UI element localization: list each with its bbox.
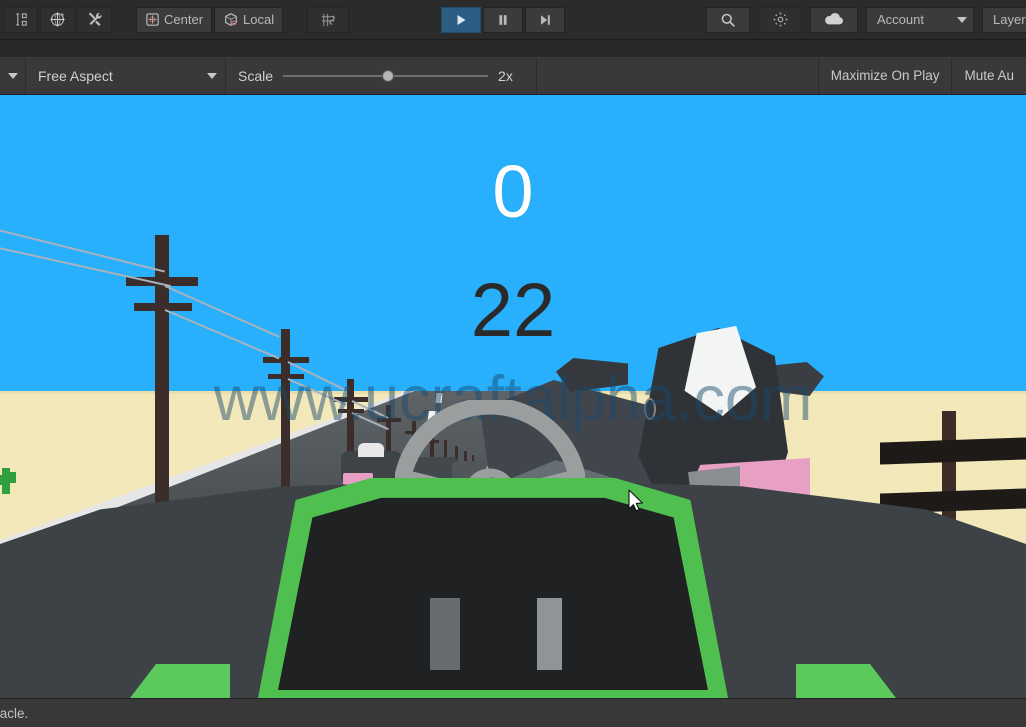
power-pole-crossarm — [263, 357, 309, 363]
cloud-icon — [823, 12, 845, 27]
chevron-down-icon — [957, 16, 967, 23]
step-button[interactable] — [525, 6, 565, 33]
play-button[interactable] — [441, 6, 481, 33]
pivot-handle-group: Center Local — [136, 6, 284, 33]
account-dropdown[interactable]: Account — [866, 6, 974, 33]
main-toolbar: Center Local Account Layer — [0, 0, 1026, 40]
power-pole-crossarm — [268, 374, 304, 379]
pivot-center-icon — [145, 12, 160, 27]
grid-snapping-button[interactable] — [307, 6, 350, 33]
mute-audio-label: Mute Au — [964, 68, 1014, 83]
search-button[interactable] — [706, 6, 750, 33]
score-display: 0 — [492, 150, 534, 233]
layers-label: Layers — [993, 12, 1026, 27]
game-view-menu-button[interactable] — [0, 57, 26, 94]
handle-space-label: Local — [243, 12, 275, 27]
mute-audio-toggle[interactable]: Mute Au — [951, 57, 1026, 94]
custom-editor-tool-button[interactable] — [77, 6, 112, 33]
toolbar-right-cluster: Account Layers — [706, 6, 1026, 33]
mouse-cursor — [628, 489, 644, 513]
step-forward-icon — [538, 13, 552, 27]
aspect-ratio-label: Free Aspect — [38, 67, 113, 84]
account-label: Account — [877, 12, 924, 27]
status-bar[interactable]: tacle. — [0, 698, 1026, 727]
kart-pedal-right — [537, 598, 562, 670]
scale-slider[interactable] — [283, 69, 489, 83]
player-kart — [0, 397, 1026, 698]
tool-buttons-group — [4, 6, 112, 33]
search-icon — [720, 12, 736, 28]
kart-interior — [278, 497, 708, 690]
wrench-screwdriver-icon — [86, 11, 103, 28]
handle-space-button[interactable]: Local — [214, 6, 284, 33]
unity-editor-window: Center Local Account Layer Free Aspect S… — [0, 0, 1026, 727]
maximize-on-play-label: Maximize On Play — [830, 68, 940, 83]
game-view[interactable]: www.ucraftalpha.com 0 22 — [0, 95, 1026, 698]
scale-control: Scale 2x — [226, 57, 538, 94]
playback-controls — [441, 6, 565, 33]
chevron-down-icon — [7, 72, 18, 79]
services-button[interactable] — [758, 6, 802, 33]
chevron-down-icon — [207, 72, 217, 79]
aspect-ratio-dropdown[interactable]: Free Aspect — [26, 57, 226, 94]
scale-label: Scale — [238, 67, 274, 84]
services-sun-icon — [772, 11, 789, 28]
pause-button[interactable] — [483, 6, 523, 33]
pivot-mode-button[interactable]: Center — [136, 6, 213, 33]
layers-dropdown[interactable]: Layers — [982, 6, 1026, 33]
transform-tool-icon — [49, 11, 66, 28]
cube-local-icon — [223, 12, 239, 28]
transform-tool-button[interactable] — [40, 6, 75, 33]
maximize-on-play-toggle[interactable]: Maximize On Play — [817, 57, 952, 94]
kart-pedal-left — [430, 598, 460, 670]
collab-cloud-button[interactable] — [810, 6, 858, 33]
speed-display: 22 — [470, 268, 556, 353]
rect-tool-button[interactable] — [4, 6, 38, 33]
rect-tool-icon — [14, 12, 29, 27]
game-view-toolbar: Free Aspect Scale 2x Maximize On Play Mu… — [0, 57, 1026, 95]
scale-value: 2x — [498, 67, 513, 84]
status-message: tacle. — [0, 705, 29, 721]
pause-icon — [496, 13, 510, 27]
grid-snap-icon — [320, 12, 337, 28]
pivot-mode-label: Center — [164, 12, 204, 27]
play-icon — [454, 13, 468, 27]
scale-slider-knob[interactable] — [381, 69, 394, 82]
